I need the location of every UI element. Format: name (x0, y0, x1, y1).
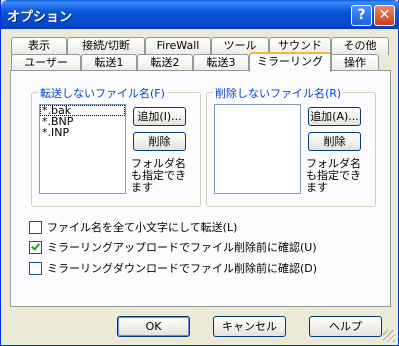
cancel-button[interactable]: キャンセル (213, 316, 286, 337)
help-icon[interactable]: ? (351, 5, 372, 26)
lowercase-transfer-option[interactable]: ファイル名を全て小文字にして転送(L) (29, 220, 237, 234)
tab-mirroring[interactable]: ミラーリング (249, 52, 331, 72)
add-no-delete-button[interactable]: 追加(A)... (308, 107, 361, 126)
delete-no-delete-button[interactable]: 削除 (308, 132, 361, 151)
confirm-upload-label: ミラーリングアップロードでファイル削除前に確認(U) (47, 241, 317, 254)
ok-button[interactable]: OK (117, 316, 190, 337)
tab-display[interactable]: 表示 (11, 37, 67, 55)
no-transfer-hint: フォルダ名も指定できます (131, 157, 186, 194)
confirm-download-delete-option[interactable]: ミラーリングダウンロードでファイル削除前に確認(D) (29, 261, 317, 275)
close-icon[interactable]: ✕ (374, 5, 395, 26)
confirm-download-label: ミラーリングダウンロードでファイル削除前に確認(D) (47, 262, 318, 275)
delete-no-transfer-button[interactable]: 削除 (133, 132, 186, 151)
options-dialog: オプション ? ✕ 表示 接続/切断 FireWall ツール サウンド その他… (0, 0, 399, 346)
confirm-upload-delete-option[interactable]: ミラーリングアップロードでファイル削除前に確認(U) (29, 240, 317, 254)
check-mark-icon (31, 240, 40, 251)
add-no-transfer-button[interactable]: 追加(I)... (133, 107, 186, 126)
title-bar[interactable]: オプション ? ✕ (1, 0, 399, 29)
no-transfer-listbox[interactable]: *.bak *.BNP *.INP (39, 104, 126, 194)
no-transfer-legend: 転送しないファイル名(F) (38, 85, 167, 101)
lowercase-checkbox[interactable] (29, 220, 42, 234)
no-delete-group: 削除しないファイル名(R) 追加(A)... 削除 フォルダ名も指定できます (206, 85, 376, 207)
no-transfer-group: 転送しないファイル名(F) *.bak *.BNP *.INP 追加(I)...… (31, 85, 201, 207)
tab-firewall[interactable]: FireWall (145, 37, 211, 55)
no-delete-hint: フォルダ名も指定できます (306, 157, 361, 194)
confirm-upload-checkbox[interactable] (29, 240, 42, 254)
help-button[interactable]: ヘルプ (309, 316, 382, 337)
resize-grip-icon[interactable] (383, 330, 395, 342)
lowercase-label: ファイル名を全て小文字にして転送(L) (47, 221, 238, 234)
tab-connection[interactable]: 接続/切断 (67, 37, 145, 55)
tab-other[interactable]: その他 (331, 37, 389, 55)
no-delete-legend: 削除しないファイル名(R) (213, 85, 344, 101)
no-delete-listbox[interactable] (214, 104, 301, 194)
confirm-download-checkbox[interactable] (29, 261, 42, 275)
list-item[interactable]: *.INP (40, 127, 125, 138)
window-title: オプション (7, 10, 73, 25)
